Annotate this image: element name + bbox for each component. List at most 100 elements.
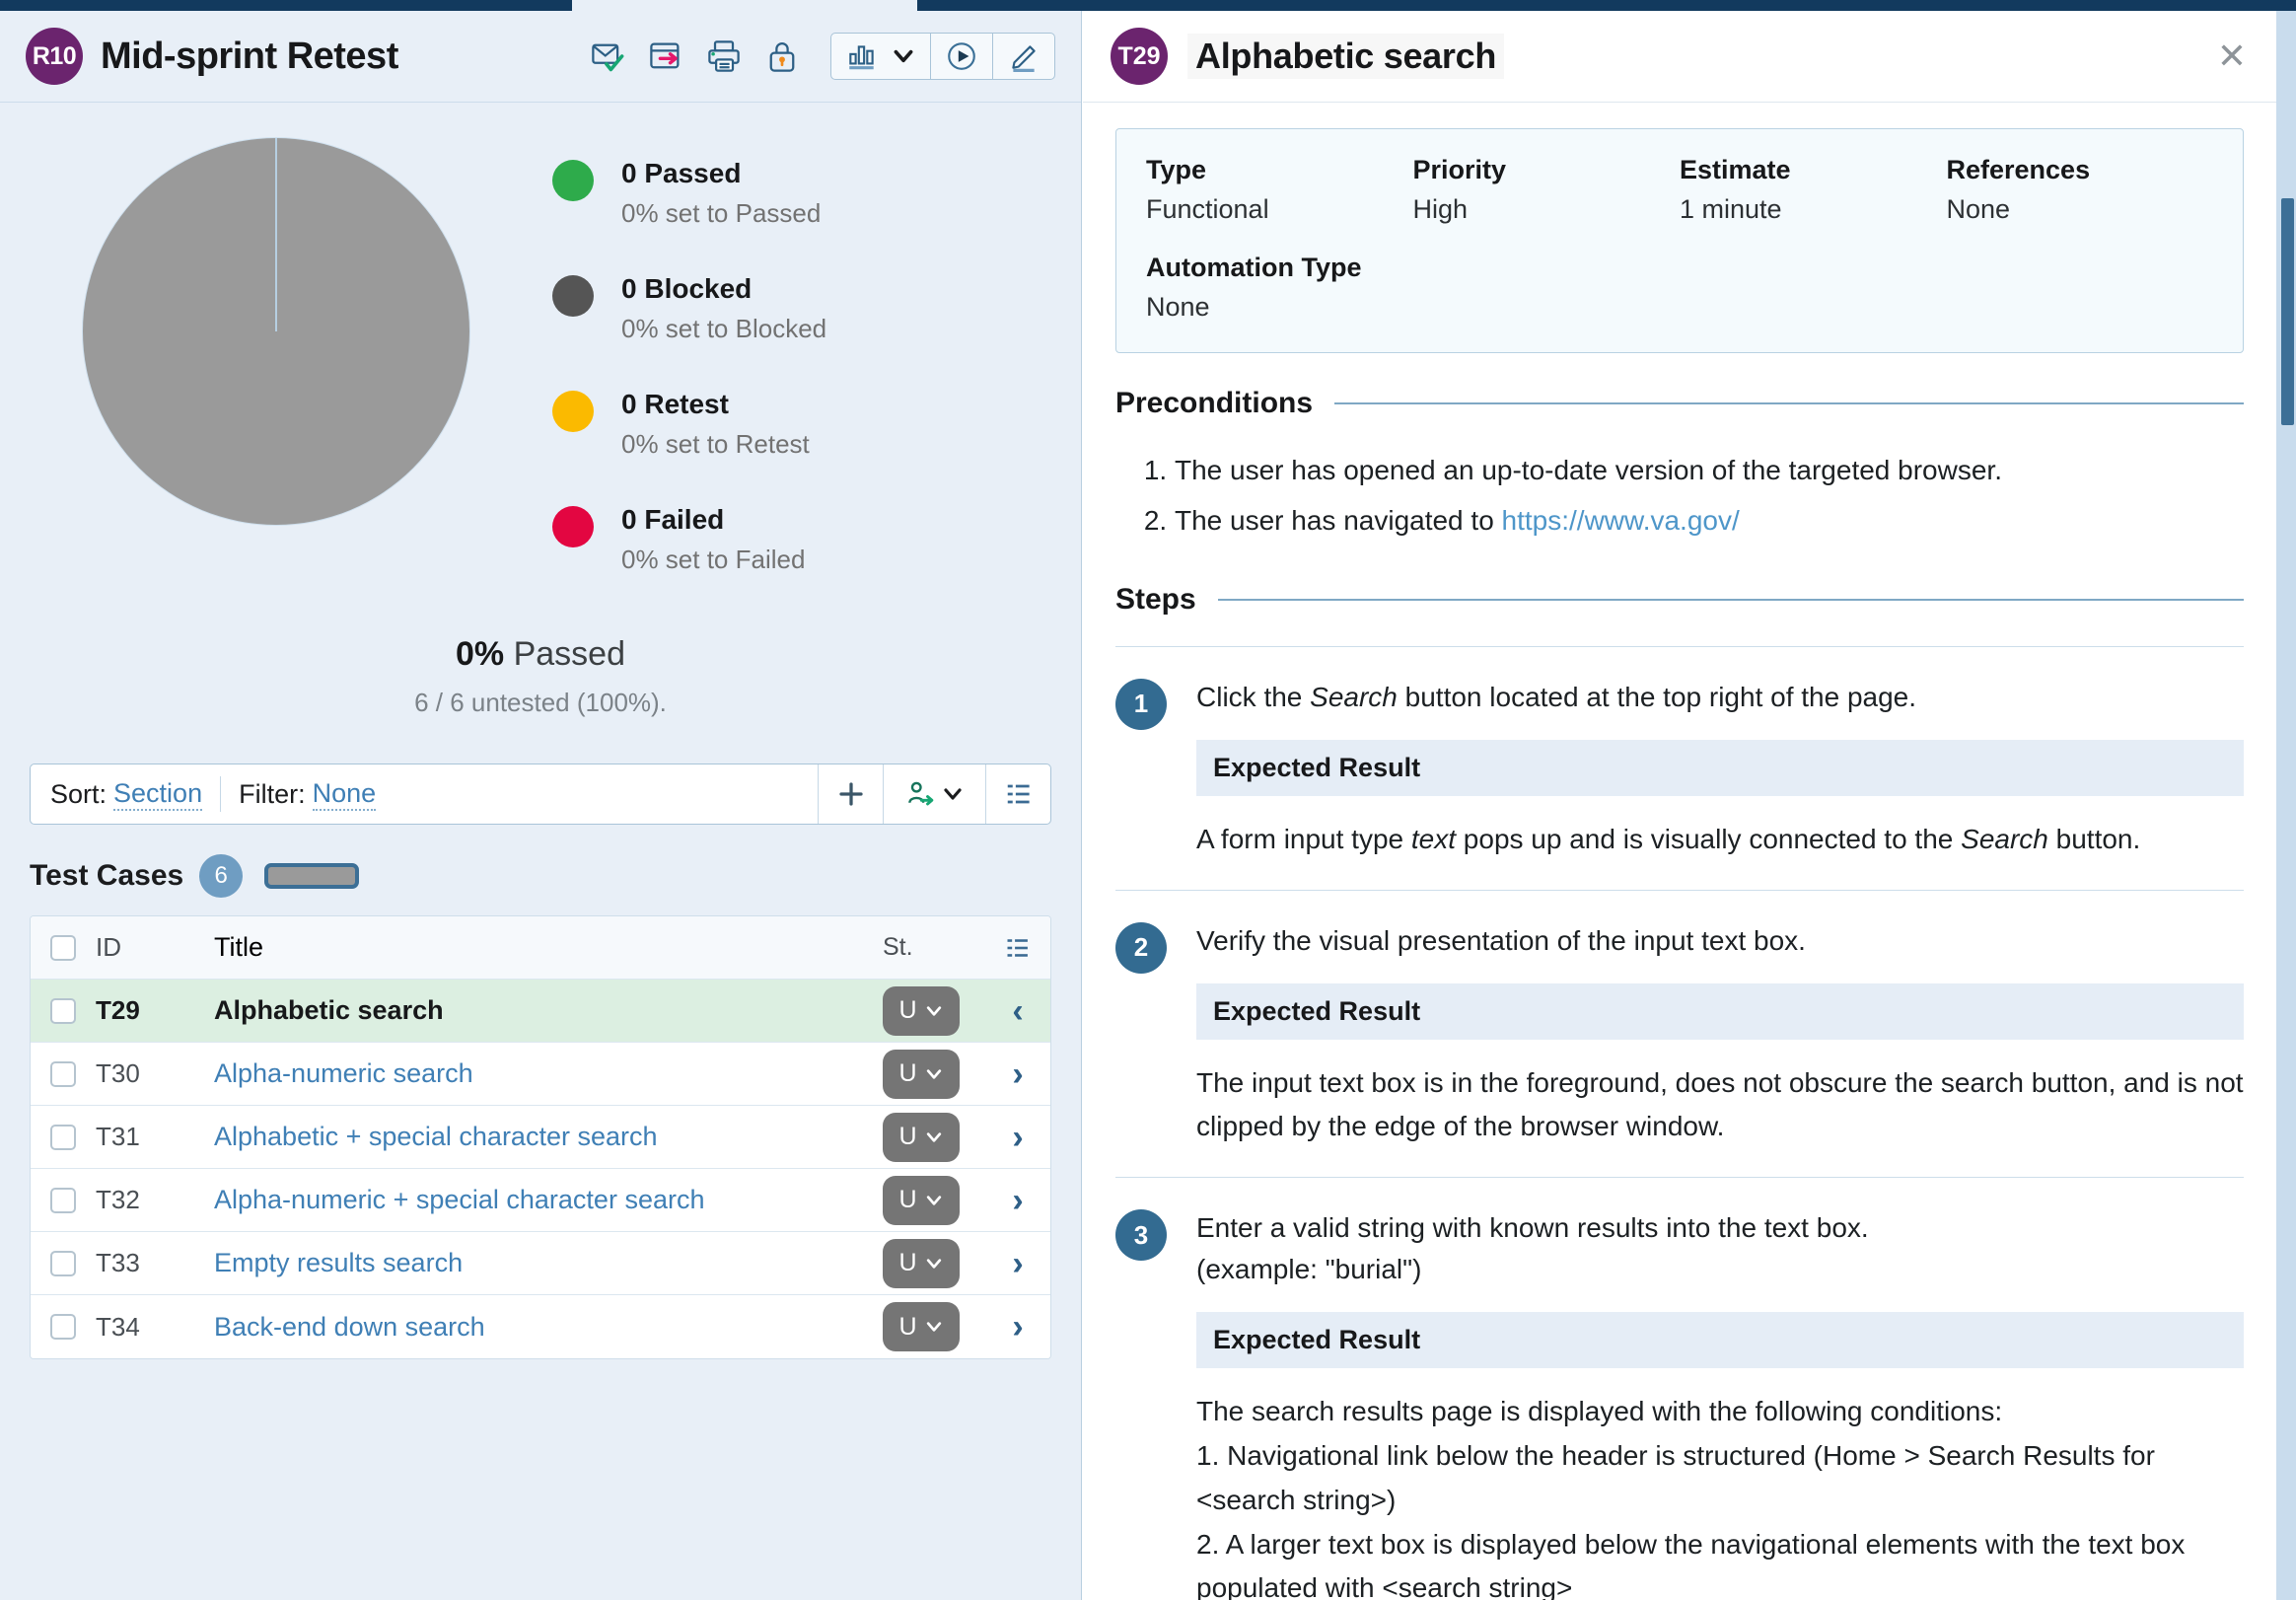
table-row[interactable]: T34 Back-end down search U › <box>31 1295 1050 1358</box>
row-status-dropdown[interactable]: U <box>883 1238 960 1288</box>
legend-item-failed: 0 Failed 0% set to Failed <box>552 502 826 579</box>
play-circle-icon <box>948 42 975 70</box>
expected-result-label: Expected Result <box>1196 739 2244 796</box>
chevron-down-icon <box>926 1068 941 1079</box>
row-status-dropdown[interactable]: U <box>883 1302 960 1351</box>
row-expand-chevron-icon[interactable]: › <box>1012 1247 1023 1280</box>
row-checkbox[interactable] <box>50 1124 76 1150</box>
chevron-down-icon <box>943 788 962 800</box>
row-title[interactable]: Empty results search <box>214 1248 463 1277</box>
table-row[interactable]: T29 Alphabetic search U ‹ <box>31 980 1050 1043</box>
close-icon[interactable]: ✕ <box>2217 38 2247 74</box>
table-columns-button[interactable] <box>985 934 1050 962</box>
metadata-type: Type Functional <box>1146 155 1413 225</box>
step-item: 2 Verify the visual presentation of the … <box>1115 889 2244 1150</box>
metadata-estimate: Estimate 1 minute <box>1680 155 1947 225</box>
metadata-grid: Type Functional Priority High Estimate 1… <box>1146 155 2213 225</box>
table-row[interactable]: T31 Alphabetic + special character searc… <box>31 1106 1050 1169</box>
test-run-panel: R10 Mid-sprint Retest 0 Passed 0% set to… <box>0 11 1082 1600</box>
row-status-dropdown[interactable]: U <box>883 1049 960 1099</box>
top-strip-left-segment <box>0 0 572 11</box>
row-expand-chevron-icon[interactable]: › <box>1012 1184 1023 1217</box>
chevron-down-icon <box>926 1005 941 1016</box>
pass-percent-suffix: Passed <box>504 635 625 673</box>
test-cases-table: ID Title St. T29 Alphabetic search U ‹ T… <box>30 915 1051 1359</box>
row-checkbox[interactable] <box>50 997 76 1024</box>
chevron-down-icon <box>894 49 913 63</box>
step-text-emphasis: Search <box>1310 681 1398 712</box>
row-expand-chevron-icon[interactable]: › <box>1012 1121 1023 1154</box>
expected-emphasis-2: Search <box>1961 823 2048 854</box>
legend-passed-count: 0 Passed <box>621 158 742 188</box>
row-title[interactable]: Alphabetic + special character search <box>214 1122 658 1151</box>
row-checkbox[interactable] <box>50 1060 76 1087</box>
pass-summary: 0% Passed 6 / 6 untested (100%). <box>0 635 1081 718</box>
row-checkbox[interactable] <box>50 1250 76 1276</box>
row-collapse-chevron-icon[interactable]: ‹ <box>1012 994 1023 1028</box>
step-description: Verify the visual presentation of the in… <box>1196 924 1806 956</box>
email-check-icon[interactable] <box>590 38 625 74</box>
row-id: T33 <box>96 1248 140 1277</box>
pass-percent-value: 0% <box>456 635 505 673</box>
test-cases-count-badge: 6 <box>199 854 244 898</box>
row-expand-chevron-icon[interactable]: › <box>1012 1310 1023 1344</box>
automation-type-value: None <box>1146 292 1210 322</box>
row-status-dropdown[interactable]: U <box>883 1175 960 1225</box>
row-id: T30 <box>96 1058 140 1088</box>
table-row[interactable]: T32 Alpha-numeric + special character se… <box>31 1169 1050 1232</box>
add-test-case-button[interactable] <box>818 764 883 824</box>
row-expand-chevron-icon[interactable]: › <box>1012 1057 1023 1091</box>
print-icon[interactable] <box>706 38 742 74</box>
status-pie-chart <box>83 138 469 525</box>
select-all-checkbox[interactable] <box>50 934 76 961</box>
row-checkbox[interactable] <box>50 1187 76 1213</box>
references-value: None <box>1946 194 2011 224</box>
chevron-down-icon <box>926 1322 941 1332</box>
top-strip-right-segment <box>917 0 2296 11</box>
row-title[interactable]: Alpha-numeric search <box>214 1058 473 1088</box>
row-title[interactable]: Alpha-numeric + special character search <box>214 1185 704 1214</box>
test-run-header: R10 Mid-sprint Retest <box>0 11 1081 103</box>
columns-settings-button[interactable] <box>985 764 1050 824</box>
table-row[interactable]: T30 Alpha-numeric search U › <box>31 1043 1050 1106</box>
type-value: Functional <box>1146 194 1269 224</box>
preconditions-heading: Preconditions <box>1115 387 1314 419</box>
run-header-actions <box>590 33 1055 80</box>
columns-grid-icon <box>1007 938 1028 957</box>
column-header-title: Title <box>214 932 264 962</box>
status-legend: 0 Passed 0% set to Passed 0 Blocked 0% s… <box>552 138 826 618</box>
case-title: Alphabetic search <box>1187 34 1505 79</box>
expected-c: button. <box>2047 823 2141 854</box>
row-status-dropdown[interactable]: U <box>883 1112 960 1162</box>
table-row[interactable]: T33 Empty results search U › <box>31 1232 1050 1295</box>
row-title[interactable]: Alphabetic search <box>214 995 883 1026</box>
chart-dropdown-button[interactable] <box>831 34 931 79</box>
edit-pencil-button[interactable] <box>993 34 1054 79</box>
run-play-button[interactable] <box>931 34 993 79</box>
page-scrollbar-track[interactable] <box>2276 11 2296 1600</box>
sort-value-link[interactable]: Section <box>113 778 203 811</box>
step-description: Click the Search button located at the t… <box>1196 677 2244 718</box>
chevron-down-icon <box>926 1131 941 1142</box>
sort-filter-divider <box>220 776 222 812</box>
row-status-value: U <box>898 1249 917 1276</box>
lock-icon[interactable] <box>764 38 800 74</box>
filter-value-link[interactable]: None <box>312 778 377 811</box>
row-status-dropdown[interactable]: U <box>883 985 960 1036</box>
export-arrow-icon[interactable] <box>648 38 683 74</box>
step-number: 2 <box>1115 921 1167 974</box>
page-scrollbar-thumb[interactable] <box>2281 198 2294 425</box>
run-id-badge: R10 <box>26 28 83 85</box>
row-title[interactable]: Back-end down search <box>214 1312 485 1342</box>
row-checkbox[interactable] <box>50 1314 76 1340</box>
precondition-text: The user has opened an up-to-date versio… <box>1175 455 2002 485</box>
assign-button[interactable] <box>883 764 985 824</box>
automation-type-label: Automation Type <box>1146 253 1362 282</box>
step-description: Enter a valid string with known results … <box>1196 1212 1869 1285</box>
case-id-badge: T29 <box>1111 28 1168 85</box>
pass-percent-line: 0% Passed <box>0 635 1081 674</box>
legend-item-retest: 0 Retest 0% set to Retest <box>552 387 826 464</box>
precondition-link[interactable]: https://www.va.gov/ <box>1502 505 1740 536</box>
steps-heading: Steps <box>1115 582 1196 616</box>
legend-failed-count: 0 Failed <box>621 504 725 535</box>
